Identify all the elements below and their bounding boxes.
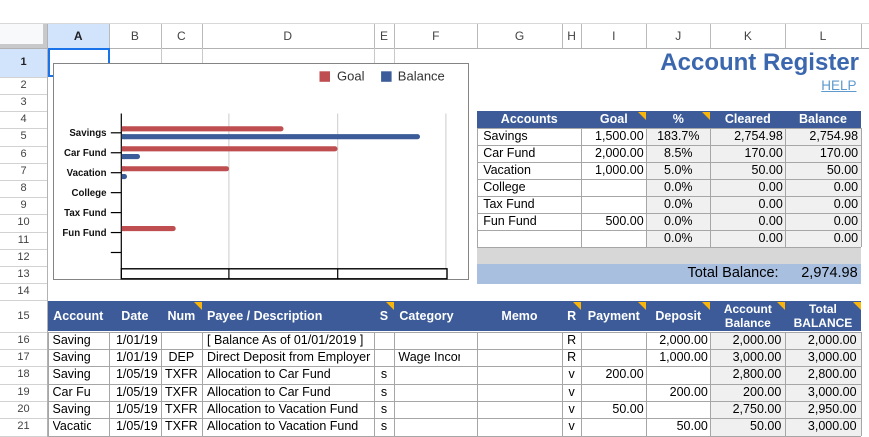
svg-text:Car Fund: Car Fund xyxy=(63,148,106,159)
svg-text:Vacation: Vacation xyxy=(66,168,106,179)
svg-text:Goal: Goal xyxy=(337,68,365,83)
svg-text:Tax Fund: Tax Fund xyxy=(64,208,106,219)
svg-text:Balance: Balance xyxy=(397,68,444,83)
svg-text:Fun Fund: Fun Fund xyxy=(62,227,106,238)
svg-text:College: College xyxy=(71,188,107,199)
svg-text:Savings: Savings xyxy=(69,128,106,139)
